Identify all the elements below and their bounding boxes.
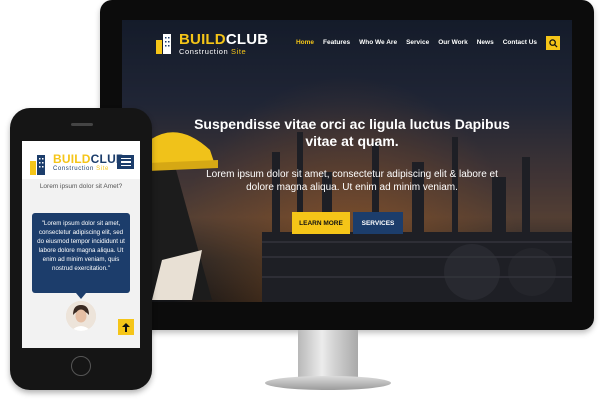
mobile-logo-tagline: Construction Site bbox=[53, 166, 109, 172]
arrow-up-icon bbox=[122, 322, 130, 332]
hero-title: Suspendisse vitae orci ac ligula luctus … bbox=[194, 116, 510, 149]
logo-title: BUILDCLUB bbox=[179, 31, 269, 48]
brand-logo[interactable]: BUILDCLUB Construction Site bbox=[154, 32, 268, 56]
phone-speaker bbox=[71, 123, 93, 126]
scroll-to-top-button[interactable] bbox=[118, 319, 134, 335]
mobile-screen: BUILDCLUB Construction Site Lorem ipsum … bbox=[22, 141, 140, 348]
quote-pointer bbox=[76, 293, 86, 299]
person-avatar-icon bbox=[66, 301, 96, 331]
search-icon bbox=[548, 38, 558, 48]
mobile-logo-title: BUILDCLUB bbox=[53, 152, 125, 166]
mobile-question-text: Lorem ipsum dolor sit Amet? bbox=[39, 183, 123, 190]
avatar bbox=[66, 301, 96, 331]
nav-our-work[interactable]: Our Work bbox=[438, 39, 468, 46]
logo-tagline: Construction Site bbox=[179, 47, 247, 56]
learn-more-button[interactable]: LEARN MORE bbox=[292, 212, 350, 234]
building-logo-icon bbox=[156, 34, 171, 54]
site-header: BUILDCLUB Construction Site Home Feature… bbox=[122, 20, 572, 66]
mobile-phone: BUILDCLUB Construction Site Lorem ipsum … bbox=[10, 108, 152, 390]
hamburger-menu-icon[interactable] bbox=[117, 155, 134, 169]
nav-service[interactable]: Service bbox=[406, 39, 429, 46]
monitor-base bbox=[265, 376, 391, 390]
search-button[interactable] bbox=[546, 36, 560, 50]
desktop-screen: BUILDCLUB Construction Site Home Feature… bbox=[122, 20, 572, 302]
hero-subtitle: Lorem ipsum dolor sit amet, consectetur … bbox=[206, 169, 498, 193]
monitor-stand bbox=[298, 330, 358, 380]
nav-news[interactable]: News bbox=[477, 39, 494, 46]
nav-features[interactable]: Features bbox=[323, 39, 350, 46]
nav-home[interactable]: Home bbox=[296, 39, 314, 46]
services-button[interactable]: SERVICES bbox=[353, 212, 403, 234]
mobile-header: BUILDCLUB Construction Site bbox=[22, 141, 140, 179]
testimonial-quote: "Lorem ipsum dolor sit amet, consectetur… bbox=[32, 213, 130, 293]
mobile-brand-logo[interactable]: BUILDCLUB Construction Site bbox=[28, 153, 125, 175]
main-nav: Home Features Who We Are Service Our Wor… bbox=[296, 39, 537, 46]
nav-contact-us[interactable]: Contact Us bbox=[503, 39, 537, 46]
building-logo-icon bbox=[30, 155, 45, 175]
phone-home-button[interactable] bbox=[71, 356, 91, 376]
nav-who-we-are[interactable]: Who We Are bbox=[359, 39, 397, 46]
